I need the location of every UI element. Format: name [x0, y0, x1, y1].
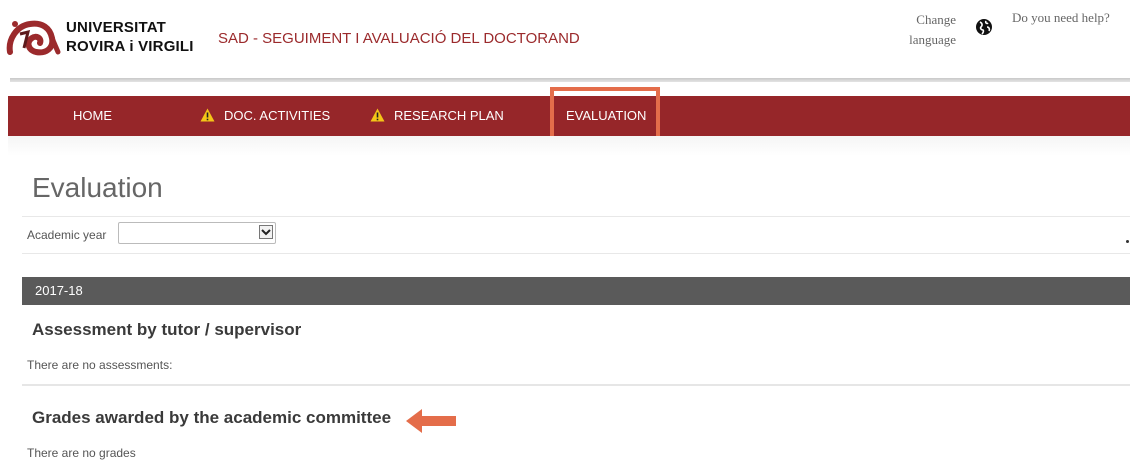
university-name-line1: UNIVERSITAT	[66, 19, 166, 36]
edge-marker	[1126, 240, 1129, 243]
academic-year-label: Academic year	[27, 228, 107, 242]
arrow-left-icon	[406, 409, 456, 433]
university-name: UNIVERSITAT ROVIRA i VIRGILI	[66, 18, 194, 56]
help-link[interactable]: Do you need help?	[1012, 10, 1110, 26]
section-title-assessment: Assessment by tutor / supervisor	[32, 320, 302, 339]
nav-research-plan-label: RESEARCH PLAN	[394, 108, 504, 123]
content-shadow	[8, 136, 1130, 156]
section-title-grades: Grades awarded by the academic committee	[32, 408, 392, 427]
warning-icon	[200, 108, 215, 122]
nav-doc-activities-label: DOC. ACTIVITIES	[224, 108, 331, 123]
section-divider	[22, 384, 1130, 386]
university-name-line2: ROVIRA i VIRGILI	[66, 38, 194, 55]
page-title: Evaluation	[32, 172, 163, 203]
nav-doc-activities[interactable]: DOC. ACTIVITIES	[200, 96, 330, 136]
change-language-link[interactable]: Change language	[896, 10, 956, 50]
academic-year-select[interactable]	[118, 222, 276, 244]
change-language-line2: language	[909, 32, 956, 47]
year-header: 2017-18	[22, 277, 1130, 305]
nav-home[interactable]: HOME	[73, 96, 112, 136]
nav-home-label: HOME	[73, 108, 112, 123]
chevron-down-glyph	[261, 229, 271, 236]
globe-icon[interactable]	[975, 18, 993, 36]
section-note-grades: There are no grades	[27, 446, 136, 460]
section-note-assessment: There are no assessments:	[27, 358, 173, 372]
chevron-down-icon[interactable]	[259, 225, 273, 239]
app-title: SAD - SEGUIMENT I AVALUACIÓ DEL DOCTORAN…	[218, 30, 580, 47]
university-logo	[6, 20, 61, 56]
warning-icon	[370, 108, 385, 122]
header-divider	[10, 78, 1130, 82]
nav-research-plan[interactable]: RESEARCH PLAN	[370, 96, 504, 136]
change-language-line1: Change	[916, 12, 956, 27]
